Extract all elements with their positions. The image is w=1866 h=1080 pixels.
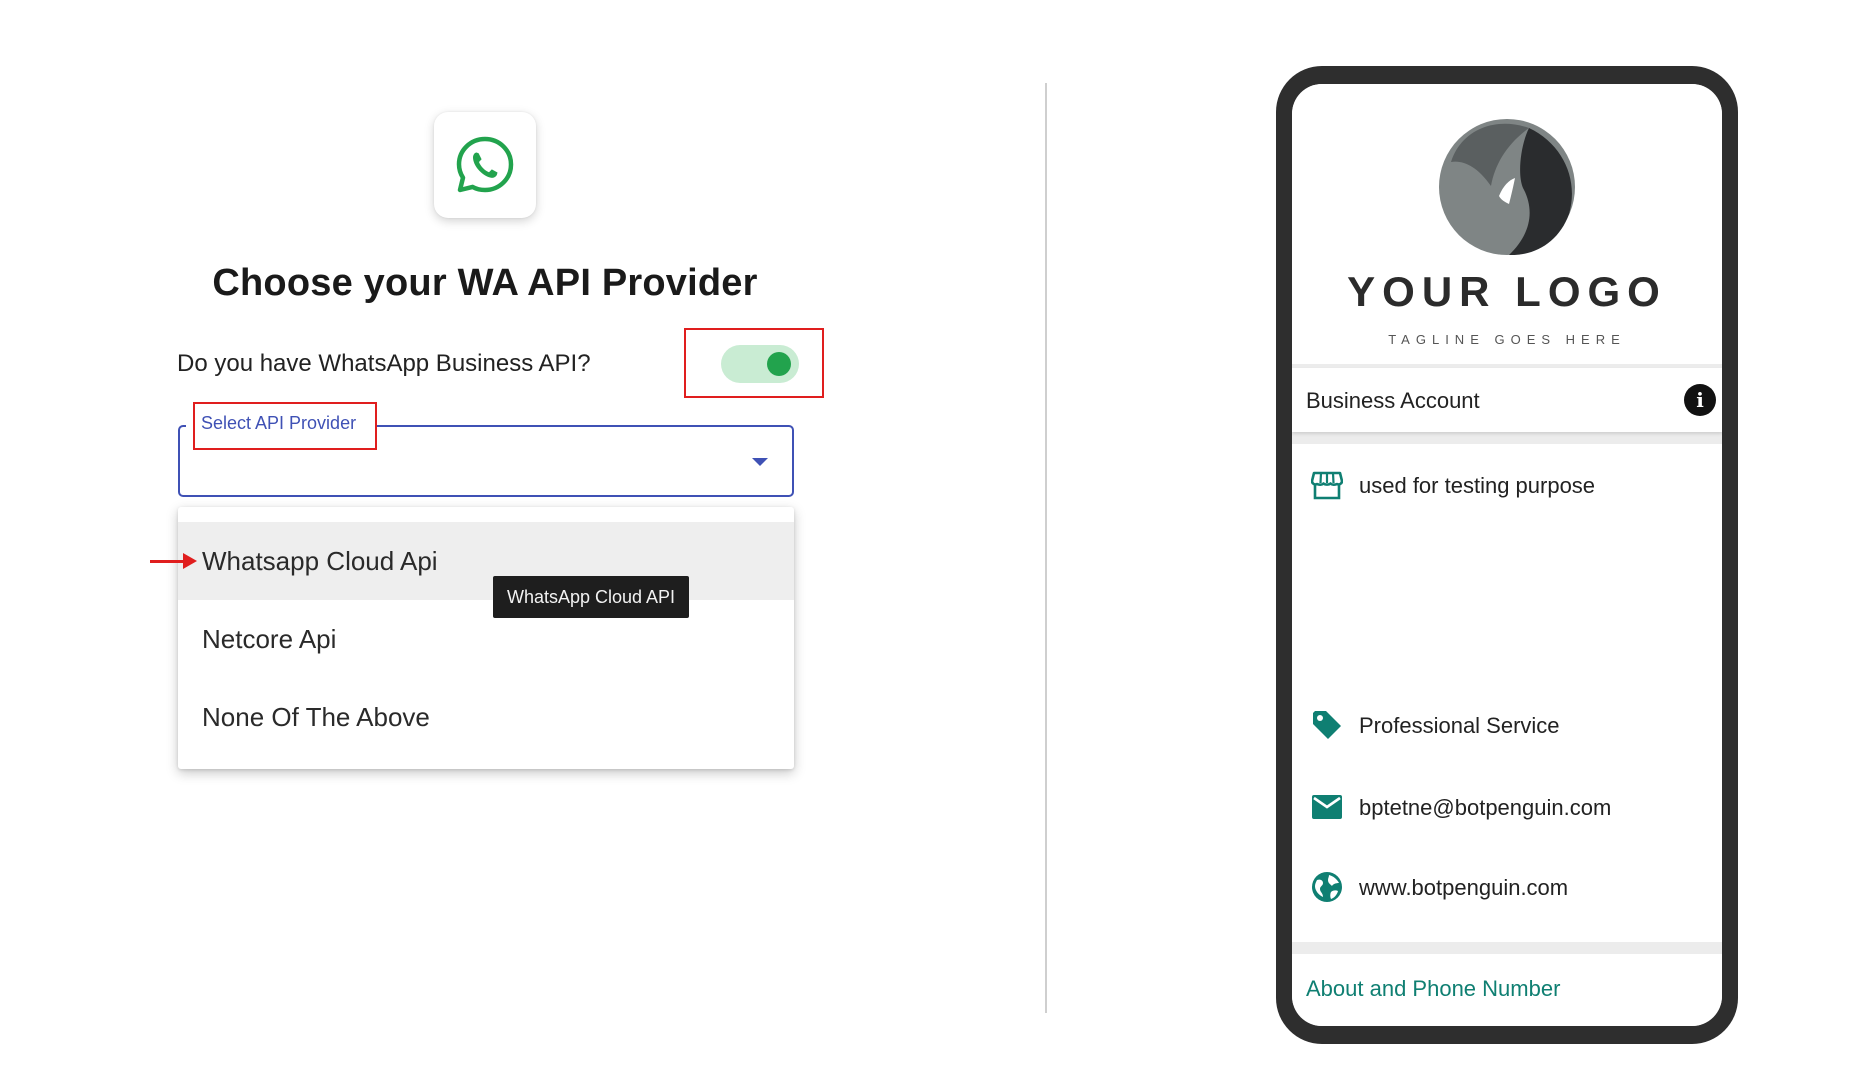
detail-website[interactable]: www.botpenguin.com <box>1359 875 1568 901</box>
detail-category: Professional Service <box>1359 713 1560 738</box>
logo-mark-icon <box>1439 119 1575 256</box>
option-none-of-the-above[interactable]: None Of The Above <box>178 678 794 756</box>
option-tooltip: WhatsApp Cloud API <box>493 576 689 618</box>
detail-email[interactable]: bptetne@botpenguin.com <box>1359 795 1611 821</box>
info-icon[interactable]: i <box>1684 384 1716 416</box>
vertical-divider <box>1045 83 1047 1013</box>
logo-tagline: TAGLINE GOES HERE <box>1388 332 1626 347</box>
api-provider-dropdown: Whatsapp Cloud Api Netcore Api None Of T… <box>178 507 794 769</box>
dropdown-arrow-icon[interactable] <box>752 458 768 466</box>
detail-description: used for testing purpose <box>1359 473 1596 498</box>
phone-screen: YOUR LOGO TAGLINE GOES HERE Business Acc… <box>1292 84 1722 1026</box>
detail-row-description: used for testing purpose <box>1292 466 1722 506</box>
email-icon <box>1310 790 1344 824</box>
about-section: About and Phone Number <box>1292 954 1722 1026</box>
globe-icon <box>1310 870 1344 904</box>
whatsapp-logo-tile <box>434 112 536 218</box>
business-api-toggle[interactable] <box>721 345 799 383</box>
pointer-arrow-icon <box>150 560 186 563</box>
label-highlight-box <box>193 402 377 450</box>
option-netcore-api[interactable]: Netcore Api <box>178 600 794 678</box>
detail-row-website: www.botpenguin.com <box>1292 868 1722 908</box>
pointer-arrow-head-icon <box>183 553 197 569</box>
business-api-question: Do you have WhatsApp Business API? <box>177 350 591 377</box>
tag-icon <box>1310 708 1344 742</box>
detail-row-email: bptetne@botpenguin.com <box>1292 788 1722 828</box>
business-account-header: Business Account i <box>1292 368 1722 432</box>
logo-area: YOUR LOGO TAGLINE GOES HERE <box>1292 84 1722 364</box>
about-phone-link[interactable]: About and Phone Number <box>1306 976 1560 1002</box>
business-account-title: Business Account <box>1306 388 1480 413</box>
logo-text: YOUR LOGO <box>1347 268 1667 315</box>
store-icon <box>1310 468 1344 502</box>
page-title: Choose your WA API Provider <box>212 262 758 304</box>
toggle-knob <box>767 352 791 376</box>
business-details: used for testing purpose Professional Se… <box>1292 444 1722 942</box>
option-whatsapp-cloud-api[interactable]: Whatsapp Cloud Api <box>178 522 794 600</box>
detail-row-category: Professional Service <box>1292 706 1722 746</box>
whatsapp-icon <box>456 136 514 193</box>
